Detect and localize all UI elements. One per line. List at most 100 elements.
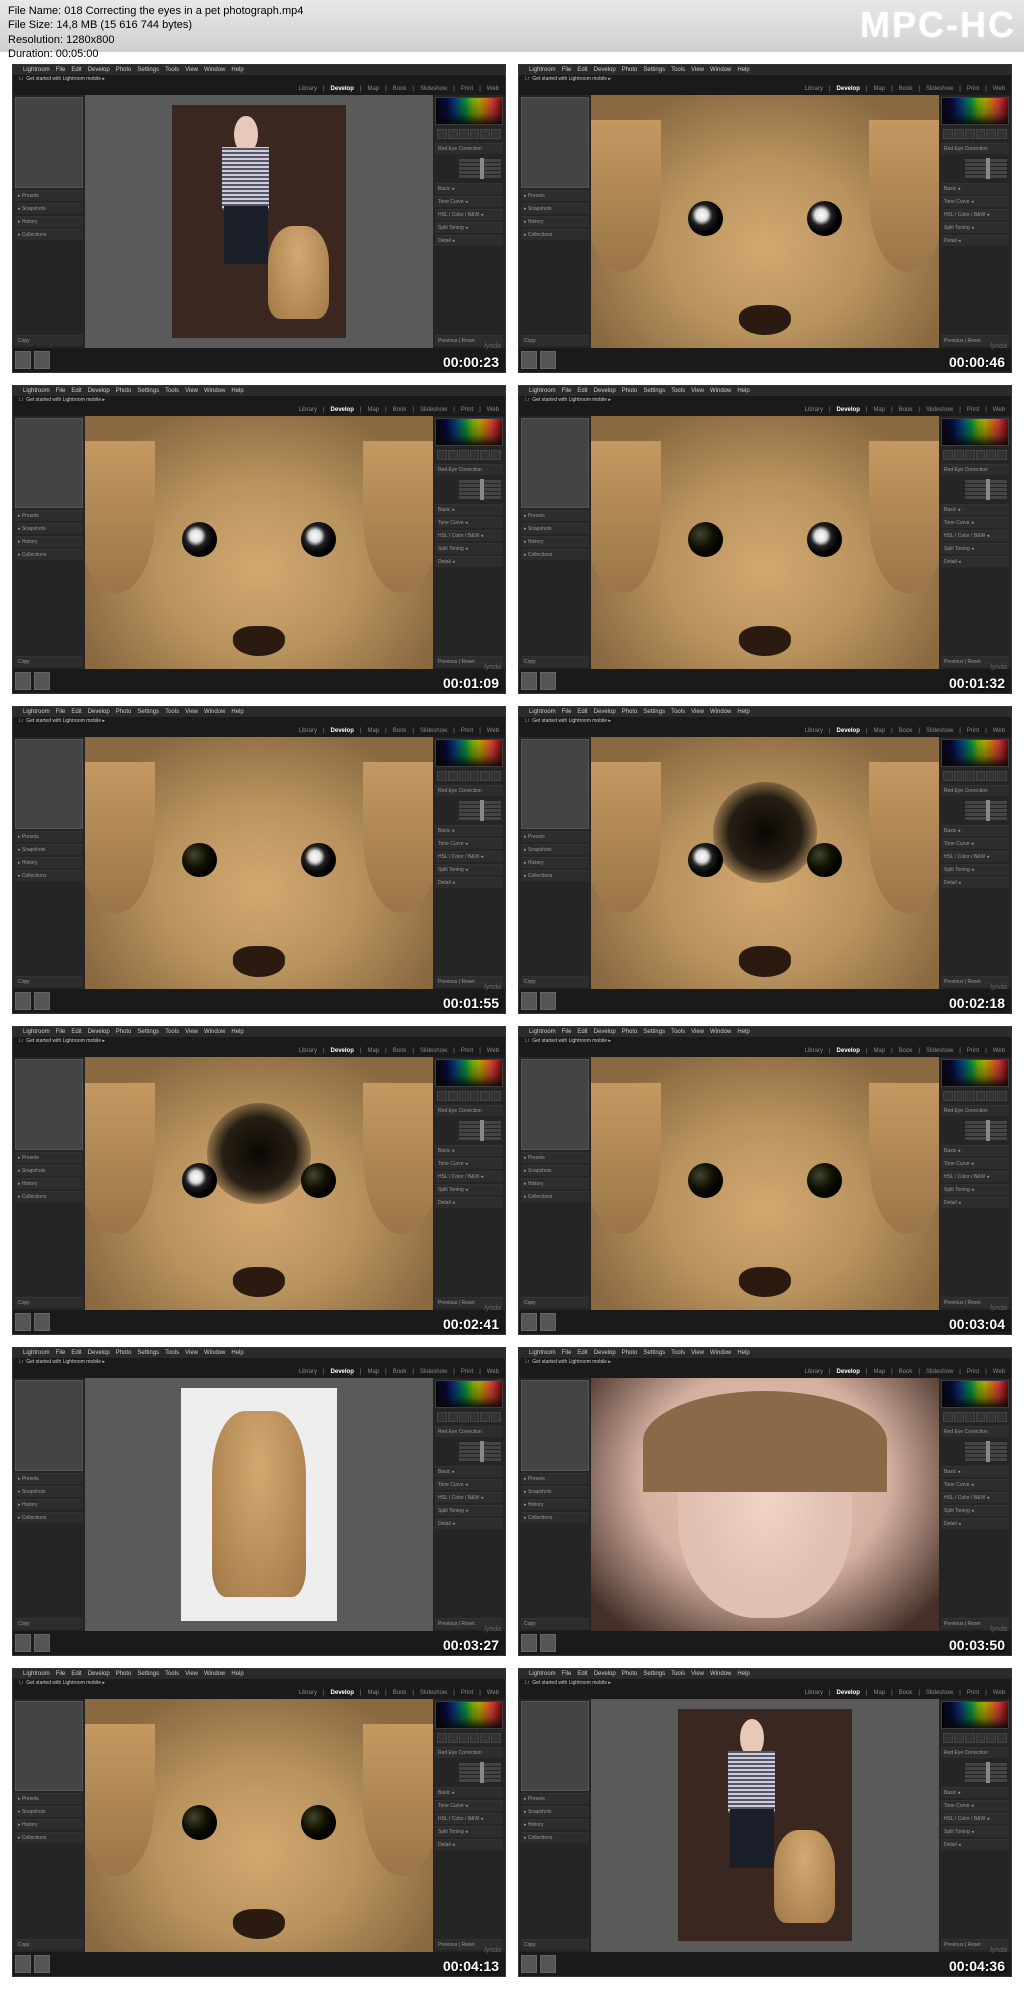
panel-splittoning[interactable]: Split Toning ◂ <box>435 1184 503 1195</box>
tool-button-2[interactable] <box>448 450 458 460</box>
menu-window[interactable]: Window <box>710 67 731 73</box>
tool-button-4[interactable] <box>976 1733 986 1743</box>
module-web[interactable]: Web <box>487 86 499 92</box>
histogram[interactable] <box>435 97 503 125</box>
module-map[interactable]: Map <box>873 86 885 92</box>
menu-tools[interactable]: Tools <box>165 1029 179 1035</box>
menu-photo[interactable]: Photo <box>116 1350 132 1356</box>
photo-canvas[interactable] <box>591 1057 939 1310</box>
menu-lightroom[interactable]: Lightroom <box>529 388 556 394</box>
module-slideshow[interactable]: Slideshow <box>926 1048 953 1054</box>
tool-button-5[interactable] <box>986 129 996 139</box>
module-book[interactable]: Book <box>393 86 407 92</box>
module-map[interactable]: Map <box>873 1369 885 1375</box>
tool-button-2[interactable] <box>954 1733 964 1743</box>
filmstrip-thumb[interactable] <box>34 1634 50 1652</box>
slider-5[interactable] <box>459 1458 501 1461</box>
menu-help[interactable]: Help <box>737 1350 749 1356</box>
slider-5[interactable] <box>459 1779 501 1782</box>
panel-splittoning[interactable]: Split Toning ◂ <box>941 1184 1009 1195</box>
menu-photo[interactable]: Photo <box>622 1671 638 1677</box>
module-map[interactable]: Map <box>367 1048 379 1054</box>
menu-file[interactable]: File <box>56 1029 66 1035</box>
panel-detail[interactable]: Detail ◂ <box>941 1518 1009 1529</box>
module-library[interactable]: Library <box>805 1369 823 1375</box>
redeye-panel-header[interactable]: Red Eye Correction <box>941 464 1009 475</box>
filmstrip[interactable] <box>13 669 505 693</box>
menu-lightroom[interactable]: Lightroom <box>23 1671 50 1677</box>
menu-edit[interactable]: Edit <box>71 388 81 394</box>
menu-help[interactable]: Help <box>231 1029 243 1035</box>
menu-photo[interactable]: Photo <box>116 388 132 394</box>
menu-tools[interactable]: Tools <box>165 388 179 394</box>
panel-history[interactable]: ▸ History <box>521 1178 589 1189</box>
tool-button-2[interactable] <box>954 1091 964 1101</box>
tool-button-6[interactable] <box>997 1412 1007 1422</box>
tool-button-6[interactable] <box>997 1733 1007 1743</box>
slider-5[interactable] <box>965 1458 1007 1461</box>
navigator-thumbnail[interactable] <box>15 97 83 188</box>
filmstrip-thumb[interactable] <box>540 672 556 690</box>
panel-tonecurve[interactable]: Tone Curve ◂ <box>435 517 503 528</box>
copy-button[interactable]: Copy <box>521 335 589 346</box>
panel-hslcolorbw[interactable]: HSL / Color / B&W ◂ <box>941 1492 1009 1503</box>
slider-5[interactable] <box>965 817 1007 820</box>
photo-canvas[interactable] <box>591 737 939 990</box>
module-map[interactable]: Map <box>873 1690 885 1696</box>
menu-file[interactable]: File <box>562 388 572 394</box>
panel-splittoning[interactable]: Split Toning ◂ <box>435 1826 503 1837</box>
module-web[interactable]: Web <box>487 1690 499 1696</box>
panel-history[interactable]: ▸ History <box>521 536 589 547</box>
panel-history[interactable]: ▸ History <box>15 1819 83 1830</box>
module-slideshow[interactable]: Slideshow <box>926 1369 953 1375</box>
filmstrip-thumb[interactable] <box>540 992 556 1010</box>
filmstrip[interactable] <box>519 669 1011 693</box>
panel-basic[interactable]: Basic ◂ <box>435 1466 503 1477</box>
panel-history[interactable]: ▸ History <box>15 1499 83 1510</box>
tool-button-3[interactable] <box>965 129 975 139</box>
copy-button[interactable]: Copy <box>15 1297 83 1308</box>
panel-splittoning[interactable]: Split Toning ◂ <box>941 543 1009 554</box>
panel-presets[interactable]: ▸ Presets <box>15 1793 83 1804</box>
module-map[interactable]: Map <box>367 1369 379 1375</box>
photo-girl-with-dog[interactable] <box>172 105 346 338</box>
tool-button-3[interactable] <box>965 450 975 460</box>
tool-button-4[interactable] <box>470 771 480 781</box>
menu-edit[interactable]: Edit <box>577 67 587 73</box>
tool-button-5[interactable] <box>480 771 490 781</box>
panel-tonecurve[interactable]: Tone Curve ◂ <box>435 1800 503 1811</box>
module-print[interactable]: Print <box>967 407 979 413</box>
filmstrip-thumb[interactable] <box>15 351 31 369</box>
module-map[interactable]: Map <box>873 728 885 734</box>
tool-button-4[interactable] <box>976 1412 986 1422</box>
module-slideshow[interactable]: Slideshow <box>420 86 447 92</box>
photo-canvas[interactable] <box>591 1378 939 1631</box>
panel-tonecurve[interactable]: Tone Curve ◂ <box>941 838 1009 849</box>
panel-basic[interactable]: Basic ◂ <box>435 1787 503 1798</box>
filmstrip[interactable] <box>519 1310 1011 1334</box>
menu-view[interactable]: View <box>691 1671 704 1677</box>
menu-edit[interactable]: Edit <box>577 1671 587 1677</box>
tool-button-6[interactable] <box>491 450 501 460</box>
menu-settings[interactable]: Settings <box>643 709 665 715</box>
module-book[interactable]: Book <box>393 407 407 413</box>
photo-dog-closeup[interactable] <box>85 737 433 990</box>
tool-button-6[interactable] <box>491 1412 501 1422</box>
panel-snapshots[interactable]: ▸ Snapshots <box>521 203 589 214</box>
module-slideshow[interactable]: Slideshow <box>926 86 953 92</box>
module-develop[interactable]: Develop <box>837 728 860 734</box>
panel-snapshots[interactable]: ▸ Snapshots <box>15 203 83 214</box>
tool-button-5[interactable] <box>480 1091 490 1101</box>
filmstrip-thumb[interactable] <box>34 992 50 1010</box>
panel-hslcolorbw[interactable]: HSL / Color / B&W ◂ <box>941 1813 1009 1824</box>
photo-dog-closeup[interactable] <box>85 416 433 669</box>
filmstrip-thumb[interactable] <box>34 351 50 369</box>
menu-window[interactable]: Window <box>710 1671 731 1677</box>
panel-detail[interactable]: Detail ◂ <box>435 877 503 888</box>
redeye-panel-header[interactable]: Red Eye Correction <box>435 1747 503 1758</box>
menu-lightroom[interactable]: Lightroom <box>23 388 50 394</box>
menu-photo[interactable]: Photo <box>116 67 132 73</box>
filmstrip-thumb[interactable] <box>540 1313 556 1331</box>
menu-view[interactable]: View <box>691 388 704 394</box>
slider-5[interactable] <box>965 1779 1007 1782</box>
